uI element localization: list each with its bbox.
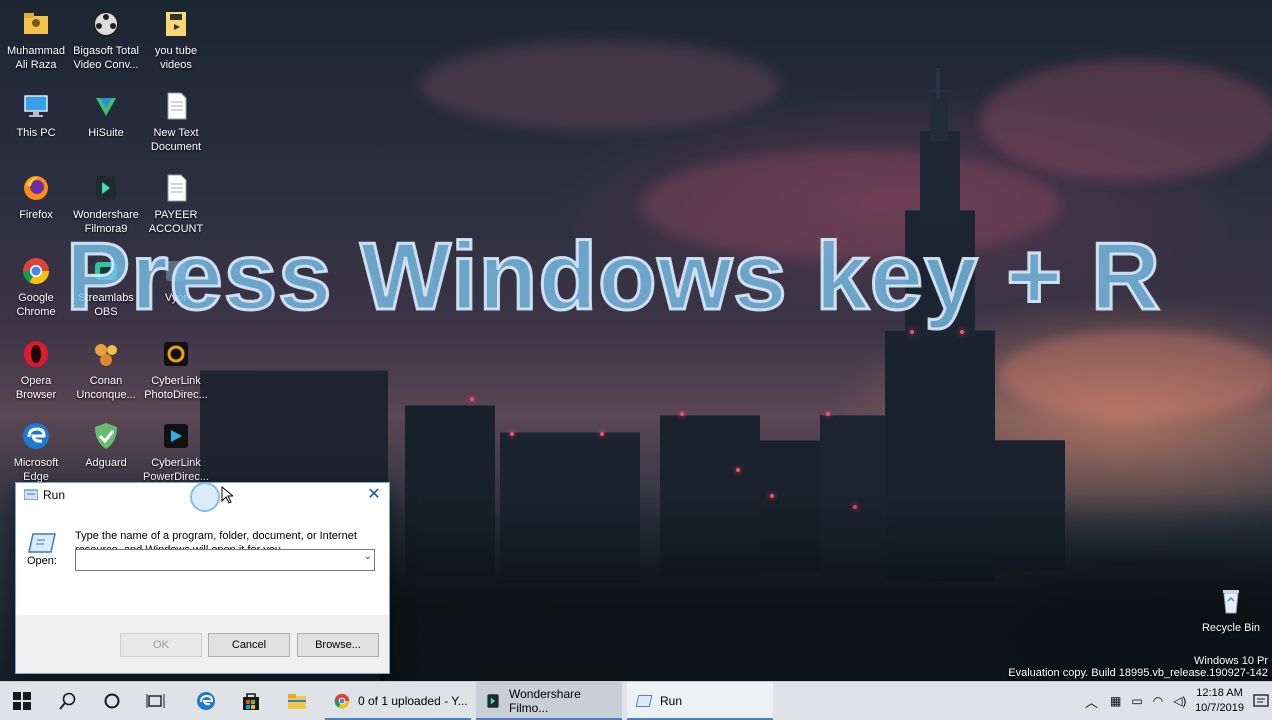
film-reel-icon xyxy=(90,8,122,40)
volume-icon[interactable]: ◁) xyxy=(1173,694,1186,708)
chevron-down-icon[interactable]: ⌄ xyxy=(364,551,372,562)
chevron-up-icon[interactable]: ︿ xyxy=(1085,692,1098,711)
chrome-icon xyxy=(20,255,52,287)
cortana-circle-icon xyxy=(104,693,120,709)
battery-icon[interactable]: ▭ xyxy=(1131,694,1142,708)
desktop-icon-bigasoft[interactable]: Bigasoft Total Video Conv... xyxy=(70,8,142,72)
system-tray: ︿ ▦ ▭ ◠ ◁) xyxy=(1085,682,1186,720)
folder-icon xyxy=(160,8,192,40)
desktop-icon-photodirector[interactable]: CyberLink PhotoDirec... xyxy=(140,338,212,402)
powerdirector-icon xyxy=(160,420,192,452)
taskbar: 0 of 1 uploaded - Y... Wondershare Filmo… xyxy=(0,681,1272,720)
action-center-button[interactable] xyxy=(1250,682,1272,720)
desktop-icon-conan[interactable]: Conan Unconque... xyxy=(70,338,142,402)
start-button[interactable] xyxy=(0,682,44,720)
mouse-pointer-icon xyxy=(221,486,233,504)
taskbar-app-run[interactable]: Run xyxy=(627,682,773,720)
taskbar-clock[interactable]: 12:18 AM 10/7/2019 xyxy=(1195,686,1244,716)
desktop-icon-hisuite[interactable]: HiSuite xyxy=(70,90,142,140)
tutorial-caption: Press Windows key + R xyxy=(64,222,1162,332)
clock-date: 10/7/2019 xyxy=(1195,702,1244,714)
ok-button[interactable]: OK xyxy=(120,633,202,657)
filmora-icon xyxy=(90,172,122,204)
watermark-line-1: Windows 10 Pr xyxy=(1194,655,1268,667)
clock-time: 12:18 AM xyxy=(1196,687,1243,699)
taskbar-edge-button[interactable] xyxy=(184,682,228,720)
taskbar-store-button[interactable] xyxy=(229,682,273,720)
run-icon xyxy=(23,489,39,501)
run-icon xyxy=(635,695,653,707)
user-folder-icon xyxy=(20,8,52,40)
taskbar-app-label: 0 of 1 uploaded - Y... xyxy=(358,694,468,708)
taskbar-app-label: Run xyxy=(660,694,683,708)
desktop-icon-google-chrome[interactable]: Google Chrome xyxy=(0,255,72,319)
edge-icon xyxy=(197,692,215,710)
desktop-icon-recycle-bin[interactable]: Recycle Bin xyxy=(1195,585,1267,635)
taskbar-app-chrome[interactable]: 0 of 1 uploaded - Y... xyxy=(325,682,471,720)
run-program-icon xyxy=(27,531,57,555)
click-highlight xyxy=(190,482,220,512)
chrome-icon xyxy=(334,693,350,709)
opera-icon xyxy=(20,338,52,370)
desktop-icon-youtube-videos[interactable]: you tube videos xyxy=(140,8,212,72)
cortana-button[interactable] xyxy=(90,682,134,720)
open-label: Open: xyxy=(27,555,57,567)
task-view-button[interactable] xyxy=(134,682,178,720)
windows-watermark: Windows 10 Pr Evaluation copy. Build 189… xyxy=(1008,655,1268,679)
filmora-icon xyxy=(487,694,499,708)
desktop-icon-firefox[interactable]: Firefox xyxy=(0,172,72,222)
cancel-button[interactable]: Cancel xyxy=(208,633,290,657)
desktop-icon-microsoft-edge[interactable]: Microsoft Edge xyxy=(0,420,72,484)
browse-button[interactable]: Browse... xyxy=(297,633,379,657)
wifi-icon[interactable]: ◠ xyxy=(1153,694,1163,708)
task-view-icon xyxy=(146,694,165,708)
taskbar-app-label: Wondershare Filmo... xyxy=(509,687,581,715)
desktop-icon-muhammad-ali-raza[interactable]: Muhammad Ali Raza xyxy=(0,8,72,72)
firefox-icon xyxy=(20,172,52,204)
taskbar-app-filmora[interactable]: Wondershare Filmo... xyxy=(476,682,622,720)
computer-icon xyxy=(20,90,52,122)
edge-icon xyxy=(20,420,52,452)
windows-logo-icon xyxy=(13,692,31,710)
file-explorer-folder-icon xyxy=(288,694,306,709)
desktop-icon-adguard[interactable]: Adguard xyxy=(70,420,142,470)
hisuite-icon xyxy=(90,90,122,122)
desktop-icon-new-text-document[interactable]: New Text Document xyxy=(140,90,212,154)
network-icon[interactable]: ▦ xyxy=(1110,694,1121,708)
text-document-icon xyxy=(160,90,192,122)
desktop-icon-this-pc[interactable]: This PC xyxy=(0,90,72,140)
notification-icon xyxy=(1253,694,1269,707)
run-dialog-title: Run xyxy=(43,488,66,502)
desktop-icon-opera-browser[interactable]: Opera Browser xyxy=(0,338,72,402)
close-icon[interactable]: ✕ xyxy=(359,483,389,507)
store-bag-icon xyxy=(243,693,259,710)
photodirector-icon xyxy=(160,338,192,370)
watermark-line-2: Evaluation copy. Build 18995.vb_release.… xyxy=(1008,667,1268,679)
taskbar-file-explorer-button[interactable] xyxy=(275,682,319,720)
open-combobox[interactable]: ⌄ xyxy=(75,549,375,571)
adguard-shield-icon xyxy=(90,420,122,452)
recycle-bin-icon xyxy=(1215,585,1247,617)
text-document-icon xyxy=(160,172,192,204)
desktop-icon-powerdirector[interactable]: CyberLink PowerDirec... xyxy=(140,420,212,484)
search-icon xyxy=(59,692,76,710)
search-button[interactable] xyxy=(46,682,90,720)
game-icon xyxy=(90,338,122,370)
